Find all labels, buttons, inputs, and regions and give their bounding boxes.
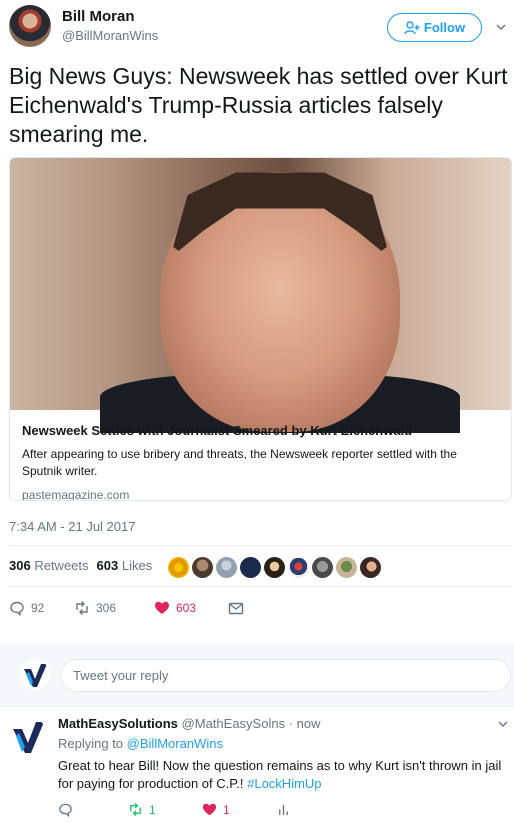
like-button[interactable]: 603 [154,600,228,616]
chevron-down-icon[interactable] [498,719,508,729]
card-image [10,158,511,433]
reply-header: MathEasySolutions @MathEasySolns · now [58,716,321,731]
liker-avatar[interactable] [264,557,285,578]
follow-label: Follow [423,20,466,35]
reply-icon [10,601,24,616]
divider [9,586,512,587]
liker-avatar[interactable] [192,557,213,578]
reply-button[interactable]: 92 [9,600,74,616]
reply-like-count: 1 [223,802,230,817]
like-count: 603 [176,601,197,615]
liker-avatar[interactable] [288,557,309,578]
reply-icon [59,803,72,817]
card-title: Newsweek Settles with Journalist Smeared… [22,423,413,438]
liker-avatar[interactable] [240,557,261,578]
link-card[interactable]: Newsweek Settles with Journalist Smeared… [9,157,512,501]
reply-author-name[interactable]: MathEasySolutions [58,716,178,731]
reply-text: Great to hear Bill! Now the question rem… [58,758,502,791]
reply-like-button[interactable]: 1 [202,802,276,817]
reply-retweet-count: 1 [149,802,156,817]
likes-stat[interactable]: 603 Likes [97,558,153,573]
liker-avatar[interactable] [360,557,381,578]
card-domain: pastemagazine.com [22,488,130,501]
tweet-actions: 92 306 603 [9,600,244,616]
message-button[interactable] [228,600,244,616]
liker-avatar[interactable] [216,557,237,578]
liker-avatar[interactable] [168,557,189,578]
reply-time[interactable]: · now [289,716,321,731]
analytics-button[interactable] [276,802,291,817]
reply-count: 92 [31,601,45,615]
analytics-icon [279,804,288,816]
retweet-button[interactable]: 306 [74,600,154,616]
author-name[interactable]: Bill Moran [62,8,135,25]
reply-reply-button[interactable] [58,802,128,817]
card-description: After appearing to use bribery and threa… [22,447,457,478]
retweets-stat[interactable]: 306 Retweets [9,558,89,573]
replying-to: Replying to @BillMoranWins [58,736,223,751]
retweet-icon [130,802,141,817]
heart-icon [202,803,217,816]
liker-avatar[interactable] [312,557,333,578]
liker-avatar[interactable] [336,557,357,578]
divider [0,706,514,707]
tweet-timestamp[interactable]: 7:34 AM - 21 Jul 2017 [9,519,135,534]
author-handle[interactable]: @BillMoranWins [62,28,158,43]
replying-prefix: Replying to [58,736,124,751]
current-user-avatar[interactable] [20,660,50,690]
heart-icon [155,601,169,614]
reply-author-avatar[interactable] [8,717,48,757]
reply-retweet-button[interactable]: 1 [128,802,202,817]
chevron-down-icon[interactable] [496,22,506,32]
add-user-icon [404,20,420,34]
author-avatar[interactable] [9,5,51,47]
follow-button[interactable]: Follow [387,13,482,42]
reply-author-handle[interactable]: @MathEasySolns [182,716,286,731]
hashtag-link[interactable]: #LockHimUp [247,776,321,791]
divider [9,545,512,546]
reply-input[interactable]: Tweet your reply [60,659,511,692]
tweet-text: Big News Guys: Newsweek has settled over… [9,63,508,147]
retweet-icon [76,601,88,615]
tweet-stats: 306 Retweets 603 Likes [9,558,152,573]
replying-to-link[interactable]: @BillMoranWins [127,736,223,751]
reply-actions: 1 1 [58,802,291,817]
liker-avatars [168,557,381,578]
retweet-count: 306 [96,601,117,615]
message-icon [228,602,244,615]
